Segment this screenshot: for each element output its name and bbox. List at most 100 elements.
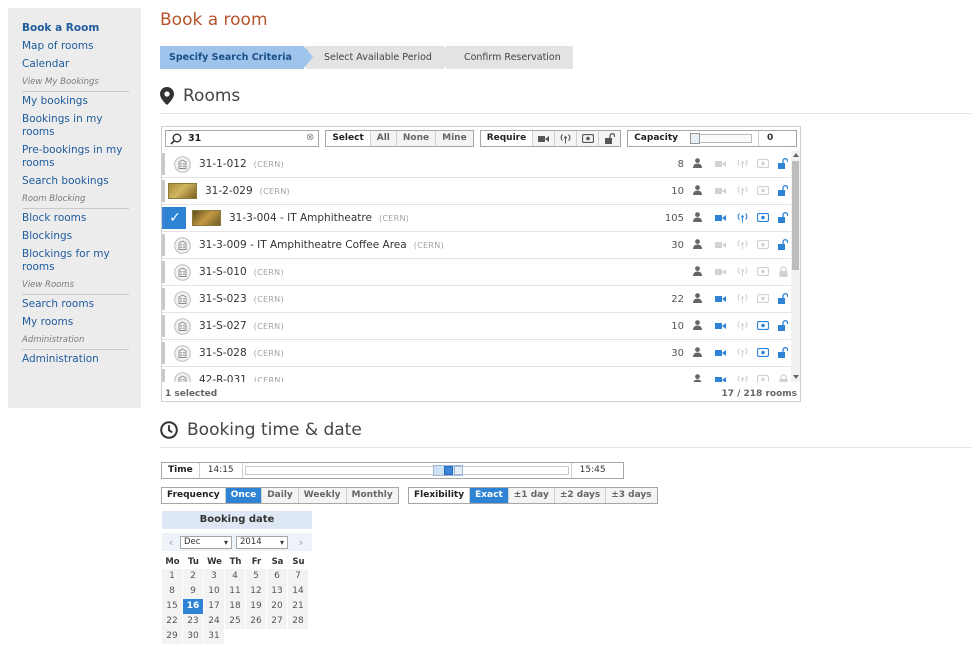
- calendar-day[interactable]: 4: [225, 569, 245, 584]
- calendar-day[interactable]: 24: [204, 614, 224, 629]
- flexibility-option-3-days[interactable]: ±3 days: [605, 488, 657, 503]
- sidebar-item-book-a-room[interactable]: Book a Room: [22, 22, 134, 35]
- calendar-day[interactable]: 21: [288, 599, 308, 614]
- webcast-icon: [737, 293, 748, 307]
- select-none-button[interactable]: None: [395, 131, 436, 146]
- calendar-day[interactable]: 22: [162, 614, 182, 629]
- sidebar-item-my-rooms[interactable]: My rooms: [22, 316, 134, 329]
- next-month-icon[interactable]: ›: [292, 536, 310, 549]
- room-row[interactable]: 31-S-023 (CERN) 22: [162, 286, 792, 313]
- flexibility-selector: Flexibility Exact ±1 day ±2 days ±3 days: [408, 487, 658, 504]
- map-marker-icon: [160, 87, 174, 105]
- sidebar-item-my-bookings[interactable]: My bookings: [22, 95, 134, 108]
- calendar-day[interactable]: 5: [246, 569, 266, 584]
- row-indicator: [162, 369, 165, 382]
- calendar-day[interactable]: 2: [183, 569, 203, 584]
- booking-date-calendar: Booking date ‹ Dec 2014 › MoTuWeThFrSaSu…: [162, 511, 312, 644]
- calendar-day[interactable]: 17: [204, 599, 224, 614]
- calendar-day[interactable]: 14: [288, 584, 308, 599]
- sidebar-item-blockings-for-my-rooms[interactable]: Blockings for my rooms: [22, 248, 134, 274]
- calendar-day[interactable]: 12: [246, 584, 266, 599]
- capacity-slider[interactable]: [690, 133, 752, 144]
- calendar-day[interactable]: 19: [246, 599, 266, 614]
- rooms-heading: Rooms: [183, 86, 241, 106]
- frequency-option-monthly[interactable]: Monthly: [345, 488, 398, 503]
- sidebar-item-pre-bookings-in-my-rooms[interactable]: Pre-bookings in my rooms: [22, 144, 134, 170]
- scroll-up-arrow[interactable]: [793, 153, 799, 157]
- require-webcast-button[interactable]: [554, 131, 577, 146]
- calendar-day[interactable]: 28: [288, 614, 308, 629]
- calendar-day[interactable]: 18: [225, 599, 245, 614]
- calendar-day-selected[interactable]: 16: [183, 599, 203, 614]
- select-mine-button[interactable]: Mine: [435, 131, 473, 146]
- sidebar-item-search-bookings[interactable]: Search bookings: [22, 175, 134, 188]
- sidebar-item-bookings-in-my-rooms[interactable]: Bookings in my rooms: [22, 113, 134, 139]
- scrollbar-thumb[interactable]: [792, 161, 799, 270]
- frequency-option-weekly[interactable]: Weekly: [297, 488, 346, 503]
- room-row[interactable]: 31-2-029 (CERN) 10: [162, 178, 792, 205]
- calendar-day[interactable]: 10: [204, 584, 224, 599]
- calendar-day[interactable]: 7: [288, 569, 308, 584]
- sidebar-item-administration[interactable]: Administration: [22, 353, 134, 366]
- room-site: (CERN): [259, 186, 290, 196]
- public-access-icon: [778, 347, 789, 361]
- room-list-scrollbar[interactable]: [791, 151, 800, 382]
- room-row[interactable]: 31-1-012 (CERN) 8: [162, 151, 792, 178]
- lock-icon: [779, 266, 788, 280]
- calendar-day[interactable]: 3: [204, 569, 224, 584]
- time-slider[interactable]: [244, 465, 569, 476]
- room-row[interactable]: 31-S-010 (CERN): [162, 259, 792, 286]
- room-search-input[interactable]: 31 ⊗: [165, 130, 320, 147]
- sidebar-item-search-rooms[interactable]: Search rooms: [22, 298, 134, 311]
- calendar-day[interactable]: 13: [267, 584, 287, 599]
- calendar-day[interactable]: 8: [162, 584, 182, 599]
- room-row[interactable]: ✓ 31-3-004 - IT Amphitheatre (CERN) 105: [162, 205, 792, 232]
- frequency-option-daily[interactable]: Daily: [261, 488, 298, 503]
- frequency-option-once[interactable]: Once: [224, 488, 262, 503]
- calendar-day[interactable]: 29: [162, 629, 182, 644]
- calendar-day[interactable]: 6: [267, 569, 287, 584]
- sidebar-item-map-of-rooms[interactable]: Map of rooms: [22, 40, 134, 53]
- calendar-day[interactable]: 23: [183, 614, 203, 629]
- select-all-button[interactable]: All: [369, 131, 396, 146]
- calendar-day[interactable]: 26: [246, 614, 266, 629]
- check-icon[interactable]: ✓: [164, 207, 186, 229]
- sidebar-item-calendar[interactable]: Calendar: [22, 58, 134, 71]
- require-vc-button[interactable]: [576, 131, 599, 146]
- require-label: Require: [480, 131, 533, 146]
- room-row[interactable]: 31-S-028 (CERN) 30: [162, 340, 792, 367]
- calendar-day[interactable]: 27: [267, 614, 287, 629]
- time-slider-start-handle[interactable]: [443, 466, 453, 475]
- sidebar-item-block-rooms[interactable]: Block rooms: [22, 212, 134, 225]
- calendar-day[interactable]: 20: [267, 599, 287, 614]
- calendar-day[interactable]: 30: [183, 629, 203, 644]
- scroll-down-arrow[interactable]: [793, 375, 799, 379]
- time-slider-end-handle[interactable]: [453, 466, 463, 475]
- calendar-day[interactable]: 15: [162, 599, 182, 614]
- flexibility-option-2-days[interactable]: ±2 days: [553, 488, 606, 503]
- year-select[interactable]: 2014: [236, 535, 288, 549]
- capacity-slider-handle[interactable]: [690, 133, 700, 144]
- flexibility-option-1-day[interactable]: ±1 day: [507, 488, 554, 503]
- vc-icon: [756, 158, 770, 171]
- calendar-day[interactable]: 25: [225, 614, 245, 629]
- room-name: 31-S-023: [199, 293, 247, 305]
- calendar-day[interactable]: 31: [204, 629, 224, 644]
- room-row[interactable]: 42-R-031 (CERN): [162, 367, 792, 382]
- weekday-header: Fr: [251, 557, 262, 567]
- room-row[interactable]: 31-3-009 - IT Amphitheatre Coffee Area (C…: [162, 232, 792, 259]
- step-search-criteria[interactable]: Specify Search Criteria: [160, 46, 313, 69]
- clear-icon[interactable]: ⊗: [306, 132, 314, 143]
- require-video-button[interactable]: [532, 131, 555, 146]
- calendar-day[interactable]: 9: [183, 584, 203, 599]
- calendar-day[interactable]: 11: [225, 584, 245, 599]
- prev-month-icon[interactable]: ‹: [162, 536, 180, 549]
- step-select-period[interactable]: Select Available Period: [305, 46, 453, 69]
- calendar-day[interactable]: 1: [162, 569, 182, 584]
- step-confirm[interactable]: Confirm Reservation: [445, 46, 573, 69]
- flexibility-option-exact[interactable]: Exact: [469, 488, 508, 503]
- month-select[interactable]: Dec: [180, 535, 232, 549]
- room-row[interactable]: 31-S-027 (CERN) 10: [162, 313, 792, 340]
- require-public-button[interactable]: [598, 131, 621, 146]
- sidebar-item-blockings[interactable]: Blockings: [22, 230, 134, 243]
